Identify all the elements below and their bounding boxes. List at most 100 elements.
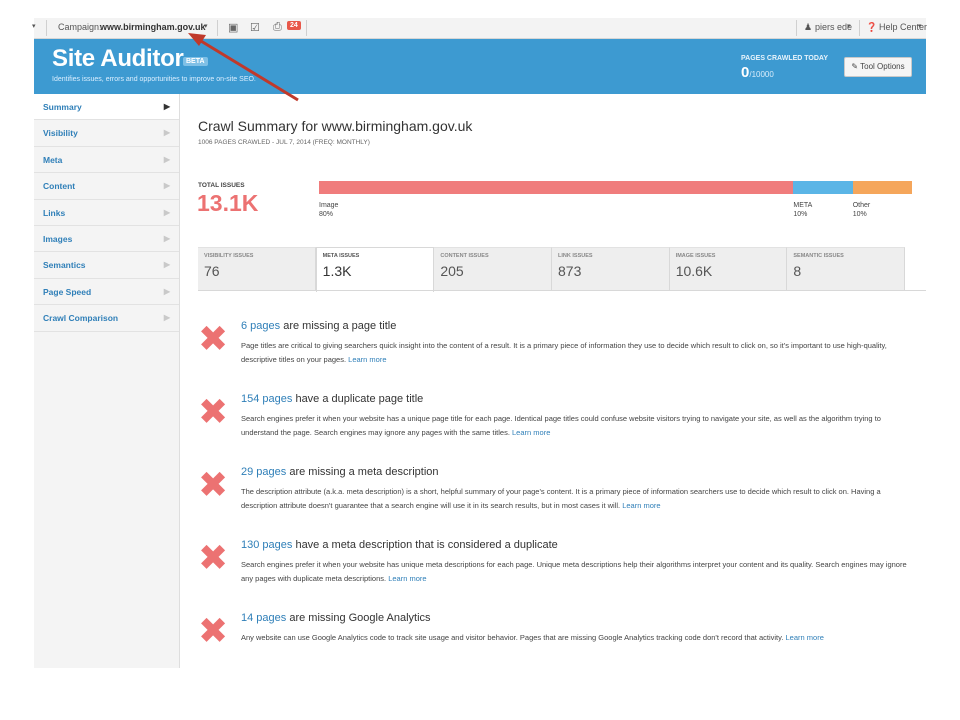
tab-label: META ISSUES xyxy=(322,253,360,259)
main-content: Crawl Summary for www.birmingham.gov.uk … xyxy=(180,94,926,668)
tool-options-label: Tool Options xyxy=(860,62,905,71)
tab-link-issues[interactable]: LINK ISSUES 873 xyxy=(552,247,670,291)
issue-description-text: Any website can use Google Analytics cod… xyxy=(241,633,784,642)
segment-label-other: Other 10% xyxy=(853,201,871,219)
tab-value: 10.6K xyxy=(675,263,713,279)
issue-description-text: The description attribute (a.k.a. meta d… xyxy=(241,487,881,510)
chevron-right-icon: ▶ xyxy=(163,313,170,323)
segment-percent: 10% xyxy=(852,211,867,218)
issue-count-link[interactable]: 29 pages xyxy=(241,466,286,478)
sidebar-item-links[interactable]: Links ▶ xyxy=(34,200,179,226)
tabs-divider xyxy=(198,290,926,291)
toolbar-divider xyxy=(306,20,307,36)
segment-name: Image xyxy=(319,202,339,209)
bar-segment-other[interactable] xyxy=(852,181,912,194)
notification-badge[interactable]: 24 xyxy=(287,21,301,30)
campaign-dropdown-icon[interactable]: ▾ xyxy=(204,22,208,30)
app-header: Site Auditor BETA Identifies issues, err… xyxy=(34,39,926,94)
user-dropdown-icon[interactable]: ▾ xyxy=(847,22,851,30)
sidebar-item-label: Crawl Comparison xyxy=(43,313,119,324)
tab-meta-issues[interactable]: META ISSUES 1.3K xyxy=(315,247,435,292)
issue-item: ✖ 29 pages are missing a meta descriptio… xyxy=(198,466,913,526)
tab-visibility-issues[interactable]: VISIBILITY ISSUES 76 xyxy=(198,247,316,291)
issue-title-text: are missing Google Analytics xyxy=(286,612,431,624)
segment-name: Other xyxy=(852,202,871,209)
chevron-right-icon: ▶ xyxy=(163,128,170,138)
issue-title-text: are missing a meta description xyxy=(286,466,439,478)
pages-crawled-value: 0/10000 xyxy=(741,64,774,81)
top-toolbar: ▾ Campaign: www.birmingham.gov.uk ▾ ▣ ☑ … xyxy=(32,18,927,39)
tab-label: IMAGE ISSUES xyxy=(675,253,716,259)
help-dropdown-icon[interactable]: ▾ xyxy=(918,22,922,30)
error-x-icon: ✖ xyxy=(198,611,229,652)
campaign-selector[interactable]: www.birmingham.gov.uk xyxy=(100,22,206,32)
sidebar-item-label: Visibility xyxy=(43,128,78,139)
sidebar-item-images[interactable]: Images ▶ xyxy=(34,226,179,253)
error-x-icon: ✖ xyxy=(198,465,229,506)
sidebar-item-content[interactable]: Content ▶ xyxy=(34,173,179,200)
menu-chevron-icon[interactable]: ▾ xyxy=(32,22,36,30)
issue-title: 14 pages are missing Google Analytics xyxy=(241,612,431,624)
clipboard-icon[interactable]: ▣ xyxy=(228,21,238,34)
issue-item: ✖ 154 pages have a duplicate page title … xyxy=(198,393,913,453)
tab-content-issues[interactable]: CONTENT ISSUES 205 xyxy=(434,247,553,291)
issue-count-link[interactable]: 14 pages xyxy=(241,612,286,624)
issue-title: 29 pages are missing a meta description xyxy=(241,466,439,478)
issue-category-tabs: VISIBILITY ISSUES 76 META ISSUES 1.3K CONT… xyxy=(198,247,906,292)
issue-title-text: have a duplicate page title xyxy=(292,393,424,405)
tab-label: CONTENT ISSUES xyxy=(440,253,489,259)
sidebar-item-label: Semantics xyxy=(43,260,86,271)
tab-value: 873 xyxy=(558,263,582,279)
tool-options-button[interactable]: ✎ Tool Options xyxy=(844,57,912,77)
bar-segment-image[interactable] xyxy=(319,181,794,194)
tab-label: LINK ISSUES xyxy=(558,253,593,259)
sidebar-item-visibility[interactable]: Visibility ▶ xyxy=(34,120,179,147)
issue-description: Search engines prefer it when your websi… xyxy=(241,558,913,585)
issue-description: The description attribute (a.k.a. meta d… xyxy=(241,485,913,512)
issue-count-link[interactable]: 6 pages xyxy=(241,320,280,332)
print-icon[interactable]: ⎙ xyxy=(273,21,282,34)
toolbar-divider xyxy=(796,20,797,36)
issue-title-text: are missing a page title xyxy=(280,320,397,332)
sidebar-item-page-speed[interactable]: Page Speed ▶ xyxy=(34,279,179,306)
tab-value: 1.3K xyxy=(322,263,352,279)
chevron-right-icon: ▶ xyxy=(163,154,170,164)
campaign-label: Campaign: xyxy=(58,22,102,32)
learn-more-link[interactable]: Learn more xyxy=(622,501,660,510)
issue-count-link[interactable]: 130 pages xyxy=(241,539,292,551)
sidebar-item-crawl-comparison[interactable]: Crawl Comparison ▶ xyxy=(34,305,179,332)
bar-segment-meta[interactable] xyxy=(793,181,853,194)
sidebar-item-label: Images xyxy=(43,233,73,244)
chevron-right-icon: ▶ xyxy=(163,207,170,217)
learn-more-link[interactable]: Learn more xyxy=(512,428,550,437)
pages-crawled-label: PAGES CRAWLED TODAY xyxy=(741,55,828,62)
issue-title: 154 pages have a duplicate page title xyxy=(241,393,423,405)
error-x-icon: ✖ xyxy=(198,319,229,360)
toolbar-divider xyxy=(217,20,218,36)
learn-more-link[interactable]: Learn more xyxy=(348,355,386,364)
tab-value: 8 xyxy=(793,263,802,279)
tab-value: 205 xyxy=(440,263,464,279)
issue-breakdown-bar xyxy=(319,181,912,194)
issue-title: 130 pages have a meta description that i… xyxy=(241,539,558,551)
app-subtitle: Identifies issues, errors and opportunit… xyxy=(52,76,256,83)
issue-item: ✖ 14 pages are missing Google Analytics … xyxy=(198,612,913,672)
error-x-icon: ✖ xyxy=(198,538,229,579)
tab-image-issues[interactable]: IMAGE ISSUES 10.6K xyxy=(669,247,788,291)
help-icon[interactable]: ❓ xyxy=(866,22,877,33)
tab-semantic-issues[interactable]: SEMANTIC ISSUES 8 xyxy=(787,247,906,291)
sidebar-item-semantics[interactable]: Semantics ▶ xyxy=(34,252,179,279)
issue-description-text: Page titles are critical to giving searc… xyxy=(241,341,887,364)
sidebar-item-summary[interactable]: Summary ▶ xyxy=(34,94,179,121)
chevron-right-icon: ▶ xyxy=(163,260,170,270)
learn-more-link[interactable]: Learn more xyxy=(786,633,824,642)
learn-more-link[interactable]: Learn more xyxy=(388,574,426,583)
issue-count-link[interactable]: 154 pages xyxy=(241,393,292,405)
issue-item: ✖ 130 pages have a meta description that… xyxy=(198,539,913,599)
sidebar-item-label: Content xyxy=(43,181,76,192)
issue-description: Page titles are critical to giving searc… xyxy=(241,339,913,366)
checklist-icon[interactable]: ☑ xyxy=(250,21,260,34)
sidebar-item-label: Meta xyxy=(43,154,63,165)
sidebar-item-meta[interactable]: Meta ▶ xyxy=(34,147,179,174)
user-icon[interactable]: ♟ xyxy=(804,22,812,33)
